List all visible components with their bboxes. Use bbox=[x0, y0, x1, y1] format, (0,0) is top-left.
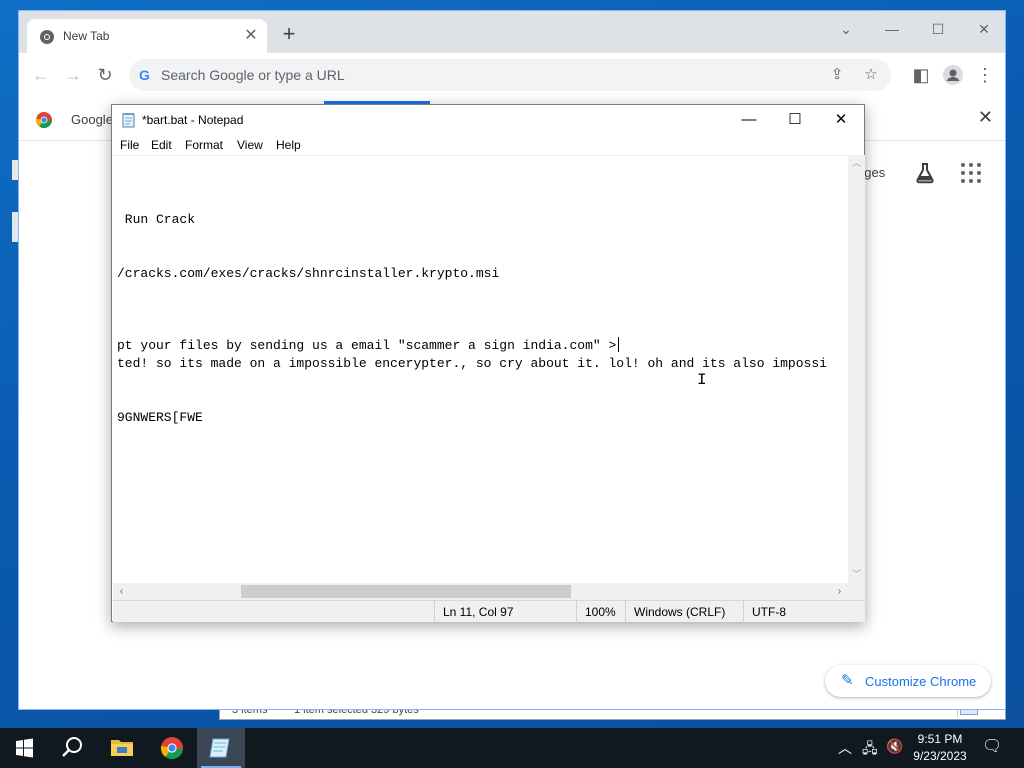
start-button[interactable] bbox=[0, 728, 48, 768]
horizontal-scrollbar[interactable]: ‹ › bbox=[113, 583, 848, 600]
menu-format[interactable]: Format bbox=[185, 138, 223, 152]
chrome-logo-icon bbox=[35, 112, 52, 128]
notepad-status-bar: Ln 11, Col 97 100% Windows (CRLF) UTF-8 bbox=[113, 600, 865, 623]
pencil-icon: ✎ bbox=[841, 672, 854, 689]
google-g-icon: G bbox=[139, 67, 150, 83]
tab-title: New Tab bbox=[63, 29, 110, 43]
share-icon[interactable]: ⇪ bbox=[827, 65, 847, 85]
text-line: /cracks.com/exes/cracks/shnrcinstaller.k… bbox=[117, 266, 500, 281]
notepad-close-icon[interactable]: ✕ bbox=[818, 105, 864, 135]
search-input[interactable] bbox=[161, 66, 801, 84]
horizontal-scroll-thumb[interactable] bbox=[241, 585, 571, 598]
back-icon[interactable]: ← bbox=[29, 63, 53, 87]
bookmark-star-icon[interactable]: ☆ bbox=[861, 65, 881, 85]
tab-search-icon[interactable]: ⌄ bbox=[823, 15, 869, 43]
status-line-ending: Windows (CRLF) bbox=[625, 601, 743, 623]
reload-icon[interactable]: ↻ bbox=[93, 63, 117, 87]
clock-time[interactable]: 9:51 PM bbox=[914, 732, 966, 746]
desktop-icon-partial[interactable] bbox=[0, 160, 18, 180]
notepad-taskbar-button[interactable] bbox=[197, 728, 245, 768]
scroll-down-icon[interactable]: ﹀ bbox=[848, 566, 865, 583]
labs-flask-icon[interactable] bbox=[913, 161, 937, 185]
scroll-left-icon[interactable]: ‹ bbox=[113, 583, 130, 600]
notepad-minimize-icon[interactable]: — bbox=[726, 105, 772, 135]
menu-kebab-icon[interactable]: ⋮ bbox=[973, 63, 997, 87]
customize-chrome-button[interactable]: ✎ Customize Chrome bbox=[825, 665, 991, 697]
scroll-up-icon[interactable]: ︿ bbox=[848, 155, 865, 172]
file-explorer-taskbar-button[interactable] bbox=[98, 728, 146, 768]
network-icon[interactable]: 🖧 bbox=[862, 738, 878, 762]
text-line: Run Crack bbox=[117, 212, 196, 227]
volume-muted-icon[interactable]: 🔇 bbox=[886, 738, 903, 755]
customize-chrome-label: Customize Chrome bbox=[865, 674, 977, 689]
status-position: Ln 11, Col 97 bbox=[434, 601, 576, 623]
minimize-icon[interactable]: — bbox=[869, 15, 915, 43]
ibeam-cursor-icon: I bbox=[697, 371, 707, 389]
close-icon[interactable]: ✕ bbox=[961, 15, 1007, 43]
folder-icon bbox=[111, 740, 133, 756]
text-line: 9GNWERS[FWE bbox=[117, 410, 203, 425]
notepad-title-bar[interactable]: *bart.bat - Notepad — ☐ ✕ bbox=[112, 105, 864, 135]
status-zoom: 100% bbox=[576, 601, 625, 623]
forward-icon[interactable]: → bbox=[61, 63, 85, 87]
maximize-icon[interactable]: ☐ bbox=[915, 15, 961, 43]
info-bar-label: Google bbox=[71, 112, 113, 127]
status-encoding: UTF-8 bbox=[743, 601, 865, 623]
apps-grid-icon[interactable] bbox=[961, 163, 981, 183]
tab-close-icon[interactable]: ✕ bbox=[241, 26, 261, 46]
text-line: pt your files by sending us a email "sca… bbox=[117, 337, 620, 355]
text-caret bbox=[618, 337, 620, 352]
notepad-text-area[interactable]: Run Crack /cracks.com/exes/cracks/shnrci… bbox=[113, 155, 848, 583]
profile-avatar-icon[interactable] bbox=[941, 63, 965, 87]
chrome-favicon-icon bbox=[40, 30, 54, 44]
info-bar-close-icon[interactable]: ✕ bbox=[978, 107, 993, 128]
search-icon bbox=[62, 737, 82, 757]
menu-file[interactable]: File bbox=[120, 138, 139, 152]
side-panel-icon[interactable]: ◧ bbox=[909, 63, 933, 87]
scrollbar-corner bbox=[848, 583, 865, 600]
clock-date[interactable]: 9/23/2023 bbox=[910, 749, 970, 763]
omnibox[interactable]: G ⇪ ☆ bbox=[129, 59, 891, 91]
menu-edit[interactable]: Edit bbox=[151, 138, 172, 152]
scroll-right-icon[interactable]: › bbox=[831, 583, 848, 600]
vertical-scrollbar[interactable]: ︿ ﹀ bbox=[848, 155, 865, 583]
notepad-window: *bart.bat - Notepad — ☐ ✕ File Edit Form… bbox=[111, 104, 865, 623]
windows-logo-icon bbox=[16, 738, 33, 758]
text-line-content: pt your files by sending us a email "sca… bbox=[117, 338, 617, 353]
notepad-menu-bar: File Edit Format View Help bbox=[112, 135, 864, 155]
menu-view[interactable]: View bbox=[237, 138, 263, 152]
chrome-taskbar-button[interactable] bbox=[148, 728, 196, 768]
notepad-icon bbox=[209, 738, 230, 758]
new-tab-button[interactable]: + bbox=[277, 23, 301, 47]
desktop-icon-partial-2[interactable] bbox=[0, 212, 18, 242]
menu-help[interactable]: Help bbox=[276, 138, 301, 152]
taskbar: ︿ 🖧 🔇 9:51 PM 9/23/2023 🗨 bbox=[0, 728, 1024, 768]
search-button[interactable] bbox=[48, 728, 96, 768]
notepad-maximize-icon[interactable]: ☐ bbox=[772, 105, 818, 135]
notification-center-icon[interactable]: 🗨 bbox=[982, 736, 1002, 756]
text-line: ted! so its made on a impossible enceryp… bbox=[117, 356, 827, 371]
show-hidden-icons-chevron-icon[interactable]: ︿ bbox=[838, 738, 852, 758]
chrome-title-bar: New Tab ✕ + ⌄ — ☐ ✕ bbox=[19, 11, 1005, 53]
notepad-title: *bart.bat - Notepad bbox=[142, 113, 244, 127]
tab-new-tab[interactable]: New Tab ✕ bbox=[27, 19, 267, 53]
notepad-app-icon bbox=[122, 113, 135, 128]
chrome-icon bbox=[160, 737, 183, 760]
chrome-toolbar: ← → ↻ G ⇪ ☆ ◧ ⋮ bbox=[19, 53, 1005, 97]
